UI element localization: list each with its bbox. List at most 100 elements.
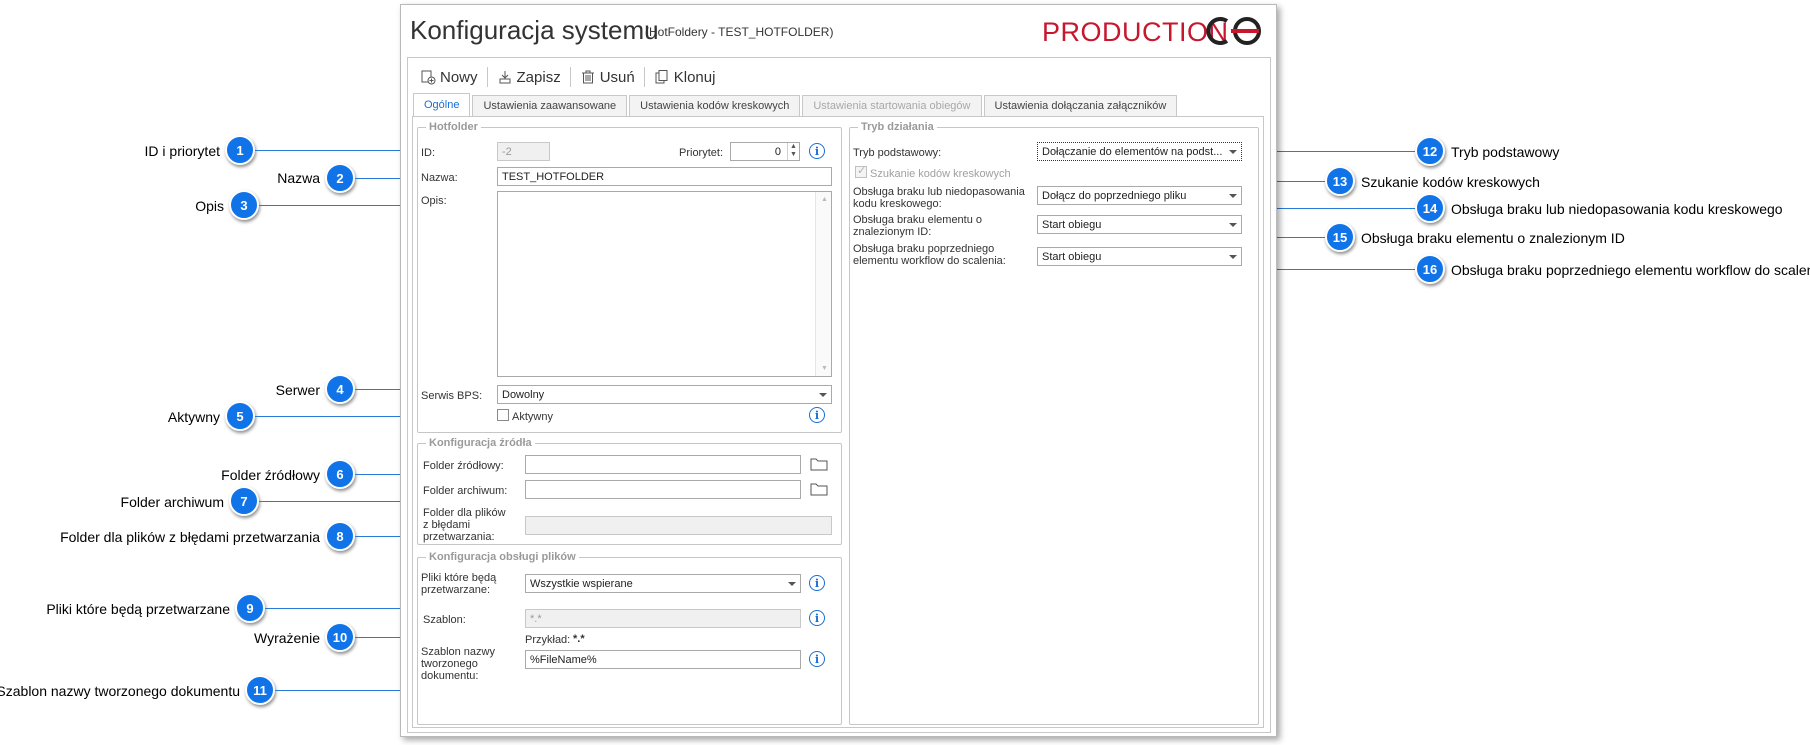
textarea-scrollbar[interactable]: ▲ ▼ bbox=[815, 192, 831, 376]
description-field[interactable]: ▲ ▼ bbox=[497, 191, 832, 377]
callout-leader-14 bbox=[1265, 208, 1415, 209]
info-icon[interactable]: i bbox=[809, 651, 825, 667]
callout-leader-7 bbox=[259, 501, 414, 502]
callout-marker-4: 4 bbox=[325, 374, 355, 404]
toolbar-separator bbox=[569, 67, 571, 87]
missing-element-select[interactable]: Start obiegu bbox=[1037, 215, 1242, 234]
delete-button[interactable]: Usuń bbox=[574, 65, 641, 89]
callout-marker-14: 14 bbox=[1415, 193, 1445, 223]
config-window: Konfiguracja systemu (HotFoldery - TEST_… bbox=[400, 4, 1277, 737]
wf-logo-icon bbox=[1206, 17, 1261, 45]
missing-prev-select[interactable]: Start obiegu bbox=[1037, 247, 1242, 266]
source-folder-label: Folder źródłowy: bbox=[423, 460, 504, 472]
base-mode-label: Tryb podstawowy: bbox=[853, 147, 942, 159]
missing-element-label: Obsługa braku elementu o znalezionym ID: bbox=[853, 214, 983, 238]
info-icon[interactable]: i bbox=[809, 407, 825, 423]
archive-folder-field[interactable] bbox=[525, 480, 801, 499]
files-select[interactable]: Wszystkie wspierane bbox=[525, 574, 801, 593]
missing-barcode-select[interactable]: Dołącz do poprzedniego pliku bbox=[1037, 186, 1242, 205]
callout-label-1: ID i priorytet bbox=[144, 143, 220, 159]
trash-icon bbox=[581, 70, 594, 84]
tab-advanced[interactable]: Ustawienia zaawansowane bbox=[472, 95, 628, 117]
tab-workflow-start[interactable]: Ustawienia startowania obiegów bbox=[802, 95, 982, 117]
copy-icon bbox=[655, 70, 668, 84]
priority-stepper[interactable]: 0 ▲ ▼ bbox=[730, 142, 800, 161]
info-icon[interactable]: i bbox=[809, 575, 825, 591]
callout-leader-1 bbox=[255, 150, 414, 151]
source-config-legend: Konfiguracja źródła bbox=[429, 437, 532, 449]
chevron-down-icon bbox=[1229, 194, 1237, 198]
files-label: Pliki które będą przetwarzane: bbox=[421, 572, 497, 596]
callout-leader-3 bbox=[259, 205, 414, 206]
new-button[interactable]: Nowy bbox=[414, 65, 484, 89]
callout-label-6: Folder źródłowy bbox=[221, 467, 320, 483]
missing-element-value: Start obiegu bbox=[1042, 219, 1102, 231]
scroll-up-icon[interactable]: ▲ bbox=[821, 196, 828, 203]
chevron-down-icon bbox=[1229, 150, 1237, 154]
new-button-label: Nowy bbox=[440, 68, 478, 86]
clone-button[interactable]: Klonuj bbox=[648, 65, 722, 89]
description-label: Opis: bbox=[421, 195, 447, 207]
base-mode-select[interactable]: Dołączanie do elementów na podst... bbox=[1037, 142, 1242, 161]
callout-leader-12 bbox=[1265, 151, 1415, 152]
toolbar-separator bbox=[486, 67, 488, 87]
missing-prev-label: Obsługa braku poprzedniego elementu work… bbox=[853, 243, 1006, 267]
callout-marker-3: 3 bbox=[229, 190, 259, 220]
callout-label-7: Folder archiwum bbox=[120, 494, 224, 510]
tab-general[interactable]: Ogólne bbox=[413, 93, 471, 117]
callout-label-10: Wyrażenie bbox=[253, 630, 320, 646]
file-config-legend: Konfiguracja obsługi plików bbox=[429, 551, 576, 563]
folder-icon[interactable] bbox=[810, 482, 828, 496]
template-field: *.* bbox=[525, 609, 801, 628]
callout-label-12: Tryb podstawowy bbox=[1451, 144, 1560, 160]
active-checkbox[interactable] bbox=[497, 409, 509, 421]
callout-marker-6: 6 bbox=[325, 459, 355, 489]
callout-label-11: Szablon nazwy tworzonego dokumentu bbox=[0, 683, 240, 699]
window-title: Konfiguracja systemu bbox=[410, 15, 659, 45]
delete-button-label: Usuń bbox=[599, 68, 635, 86]
name-label: Nazwa: bbox=[421, 172, 458, 184]
callout-leader-16 bbox=[1265, 269, 1415, 270]
scroll-down-icon[interactable]: ▼ bbox=[821, 365, 828, 372]
error-folder-field bbox=[525, 516, 832, 535]
clone-button-label: Klonuj bbox=[673, 68, 716, 86]
callout-label-14: Obsługa braku lub niedopasowania kodu kr… bbox=[1451, 201, 1783, 217]
info-icon[interactable]: i bbox=[809, 610, 825, 626]
server-select[interactable]: Dowolny bbox=[497, 385, 832, 404]
callout-label-3: Opis bbox=[195, 198, 224, 214]
tab-attachments[interactable]: Ustawienia dołączania załączników bbox=[983, 95, 1178, 117]
archive-folder-label: Folder archiwum: bbox=[423, 485, 508, 497]
callout-marker-9: 9 bbox=[235, 593, 265, 623]
chevron-down-icon bbox=[788, 582, 796, 586]
callout-marker-16: 16 bbox=[1415, 254, 1445, 284]
callout-label-8: Folder dla plików z błędami przetwarzani… bbox=[60, 529, 320, 545]
folder-icon[interactable] bbox=[810, 457, 828, 471]
id-field: -2 bbox=[497, 142, 550, 161]
tab-barcodes[interactable]: Ustawienia kodów kreskowych bbox=[629, 95, 801, 117]
callout-marker-15: 15 bbox=[1325, 222, 1355, 252]
callout-marker-5: 5 bbox=[225, 401, 255, 431]
spin-down-icon[interactable]: ▼ bbox=[788, 151, 799, 159]
tab-panel-general: Hotfolder ID: -2 Priorytet: 0 ▲ ▼ i Nazwa… bbox=[412, 116, 1264, 728]
callout-label-5: Aktywny bbox=[167, 409, 220, 425]
callout-label-4: Serwer bbox=[275, 382, 320, 398]
error-folder-label: Folder dla plików z błędami przetwarzani… bbox=[423, 507, 506, 543]
save-button[interactable]: Zapisz bbox=[491, 65, 567, 89]
callout-marker-10: 10 bbox=[325, 622, 355, 652]
callout-leader-11 bbox=[275, 690, 414, 691]
mode-legend: Tryb działania bbox=[861, 121, 934, 133]
server-value: Dowolny bbox=[502, 389, 545, 401]
priority-spin[interactable]: ▲ ▼ bbox=[787, 143, 799, 160]
barcode-search-label: Szukanie kodów kreskowych bbox=[870, 168, 1011, 180]
callout-label-9: Pliki które będą przetwarzane bbox=[46, 601, 230, 617]
spin-up-icon[interactable]: ▲ bbox=[788, 143, 799, 151]
base-mode-value: Dołączanie do elementów na podst... bbox=[1042, 146, 1223, 158]
info-icon[interactable]: i bbox=[809, 143, 825, 159]
name-field[interactable]: TEST_HOTFOLDER bbox=[497, 167, 832, 186]
callout-label-13: Szukanie kodów kreskowych bbox=[1361, 174, 1540, 190]
doc-name-field[interactable]: %FileName% bbox=[525, 650, 801, 669]
source-folder-field[interactable] bbox=[525, 455, 801, 474]
priority-value: 0 bbox=[774, 146, 781, 158]
callout-marker-13: 13 bbox=[1325, 166, 1355, 196]
missing-prev-value: Start obiegu bbox=[1042, 251, 1102, 263]
